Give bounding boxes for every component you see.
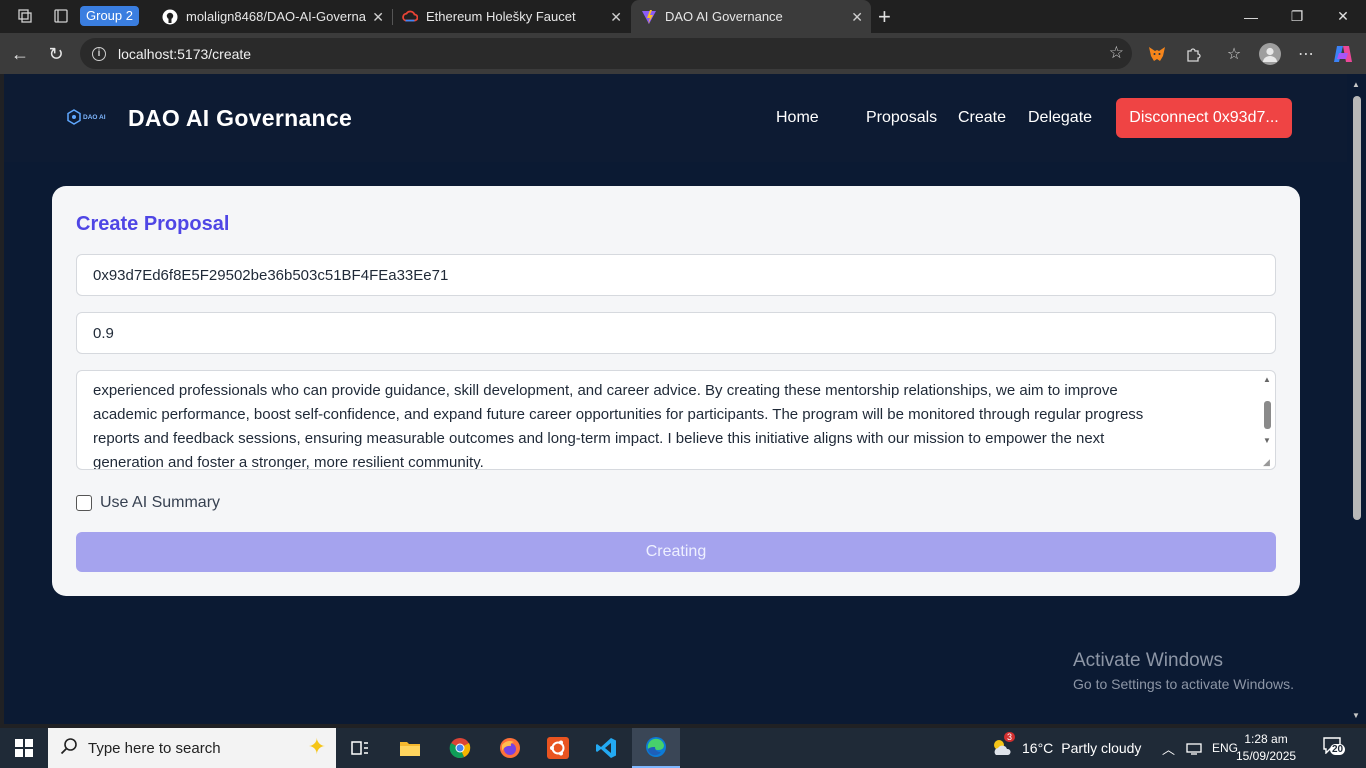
page-scrollbar[interactable]: ▲ ▼ xyxy=(1347,74,1366,724)
browser-toolbar: ← ↻ i localhost:5173/create ☆ ☆ ⋯ xyxy=(0,33,1366,74)
watermark-line2: Go to Settings to activate Windows. xyxy=(1073,676,1294,692)
weather-desc: Partly cloudy xyxy=(1061,740,1142,756)
description-line: reports and feedback sessions, ensuring … xyxy=(93,430,1105,447)
nav-delegate[interactable]: Delegate xyxy=(1028,109,1092,127)
vite-icon xyxy=(641,9,657,25)
profile-avatar[interactable] xyxy=(1258,42,1282,66)
notification-center-icon[interactable]: 20 xyxy=(1322,736,1350,760)
disconnect-wallet-button[interactable]: Disconnect 0x93d7... xyxy=(1116,98,1292,138)
tab-actions-icon[interactable] xyxy=(50,5,72,27)
firefox-icon[interactable] xyxy=(486,728,534,768)
copilot-icon[interactable] xyxy=(1331,42,1355,66)
back-icon[interactable]: ← xyxy=(7,41,33,67)
file-explorer-icon[interactable] xyxy=(386,728,434,768)
workspaces-icon[interactable] xyxy=(14,5,36,27)
vscode-icon[interactable] xyxy=(582,728,630,768)
url-text: localhost:5173/create xyxy=(118,45,252,62)
recipient-address-input[interactable] xyxy=(76,254,1276,296)
textarea-scrollbar[interactable]: ▲ ▼ xyxy=(1261,375,1273,467)
nav-create[interactable]: Create xyxy=(958,109,1006,127)
restore-icon[interactable]: ❐ xyxy=(1274,0,1320,33)
favorite-star-icon[interactable]: ☆ xyxy=(1109,43,1124,63)
scroll-up-icon[interactable]: ▲ xyxy=(1352,80,1360,89)
scroll-down-icon[interactable]: ▼ xyxy=(1352,711,1360,720)
edge-icon[interactable] xyxy=(632,728,680,768)
github-icon xyxy=(162,9,178,25)
new-tab-icon[interactable]: + xyxy=(878,4,891,30)
page-scroll-thumb[interactable] xyxy=(1353,96,1361,520)
description-text: experienced professionals who can provid… xyxy=(93,371,1249,470)
form-title: Create Proposal xyxy=(76,213,230,235)
scroll-down-icon[interactable]: ▼ xyxy=(1263,436,1271,445)
windows-activation-watermark: Activate Windows Go to Settings to activ… xyxy=(1073,650,1294,692)
taskbar-search[interactable]: Type here to search ✦ xyxy=(48,728,336,768)
ai-summary-label: Use AI Summary xyxy=(100,494,221,511)
tab-title: DAO AI Governance xyxy=(665,9,783,24)
browser-tab-strip: Group 2 molalign8468/DAO-AI-Governance ✕… xyxy=(0,0,1366,33)
resize-handle-icon[interactable]: ◢ xyxy=(1263,457,1273,467)
ubuntu-icon[interactable] xyxy=(534,728,582,768)
network-icon[interactable] xyxy=(1186,728,1202,768)
weather-temp: 16°C xyxy=(1022,740,1054,756)
ai-summary-checkbox[interactable] xyxy=(76,495,92,511)
description-line: generation and foster a stronger, more r… xyxy=(93,454,484,470)
tab-title: molalign8468/DAO-AI-Governance xyxy=(186,9,366,24)
search-icon xyxy=(60,737,78,760)
tab-title: Ethereum Holešky Faucet xyxy=(426,9,576,24)
watermark-line1: Activate Windows xyxy=(1073,650,1223,671)
ai-summary-option[interactable]: Use AI Summary xyxy=(76,494,220,512)
scroll-up-icon[interactable]: ▲ xyxy=(1263,375,1271,384)
windows-start-icon[interactable] xyxy=(0,728,48,768)
weather-icon: 3 xyxy=(990,731,1016,761)
google-cloud-icon xyxy=(402,9,418,25)
clock-time: 1:28 am xyxy=(1244,732,1288,746)
nav-proposals[interactable]: Proposals xyxy=(866,109,937,127)
site-info-icon[interactable]: i xyxy=(92,46,106,61)
description-textarea[interactable]: experienced professionals who can provid… xyxy=(76,370,1276,470)
tab-group-chip[interactable]: Group 2 xyxy=(80,6,139,26)
close-tab-icon[interactable]: ✕ xyxy=(851,9,863,26)
dao-logo: DAO AI xyxy=(66,109,110,127)
clock-date: 15/09/2025 xyxy=(1236,749,1297,763)
notification-count: 20 xyxy=(1330,744,1346,755)
minimize-icon[interactable]: — xyxy=(1228,0,1274,33)
weather-widget[interactable]: 3 16°C Partly cloudy xyxy=(990,728,1141,768)
more-options-icon[interactable]: ⋯ xyxy=(1294,42,1318,66)
close-window-icon[interactable]: ✕ xyxy=(1320,0,1366,33)
windows-taskbar: Type here to search ✦ 3 16°C Partly clou… xyxy=(0,728,1366,768)
amount-input[interactable] xyxy=(76,312,1276,354)
metamask-icon[interactable] xyxy=(1145,42,1169,66)
logo-text: DAO AI xyxy=(83,114,106,121)
task-view-icon[interactable] xyxy=(336,728,384,768)
tab-github[interactable]: molalign8468/DAO-AI-Governance ✕ xyxy=(152,0,392,33)
page-viewport: DAO AI DAO AI Governance Home Proposals … xyxy=(4,74,1347,724)
sparkle-icon: ✦ xyxy=(307,734,326,759)
address-bar[interactable]: i localhost:5173/create ☆ xyxy=(80,38,1132,69)
app-brand-title[interactable]: DAO AI Governance xyxy=(128,105,352,132)
weather-badge: 3 xyxy=(1004,731,1016,742)
nav-home[interactable]: Home xyxy=(776,109,819,127)
refresh-icon[interactable]: ↻ xyxy=(43,41,69,67)
create-proposal-card: Create Proposal experienced professional… xyxy=(52,186,1300,596)
language-indicator[interactable]: ENG xyxy=(1212,728,1238,768)
chrome-icon[interactable] xyxy=(436,728,484,768)
description-line: experienced professionals who can provid… xyxy=(93,382,1118,399)
tab-dao-ai-governance[interactable]: DAO AI Governance ✕ xyxy=(631,0,871,33)
search-placeholder: Type here to search xyxy=(88,739,221,757)
textarea-scroll-thumb[interactable] xyxy=(1264,401,1271,429)
show-hidden-icons-icon[interactable]: ︿ xyxy=(1162,728,1175,768)
favorites-icon[interactable]: ☆ xyxy=(1222,42,1246,66)
app-header: DAO AI DAO AI Governance Home Proposals … xyxy=(4,74,1347,162)
close-tab-icon[interactable]: ✕ xyxy=(610,9,622,26)
system-clock[interactable]: 1:28 am 15/09/2025 xyxy=(1236,731,1296,765)
close-tab-icon[interactable]: ✕ xyxy=(372,9,384,26)
extensions-icon[interactable] xyxy=(1181,42,1205,66)
create-proposal-button[interactable]: Creating xyxy=(76,532,1276,572)
tab-faucet[interactable]: Ethereum Holešky Faucet ✕ xyxy=(392,0,630,33)
description-line: academic performance, boost self-confide… xyxy=(93,406,1144,423)
